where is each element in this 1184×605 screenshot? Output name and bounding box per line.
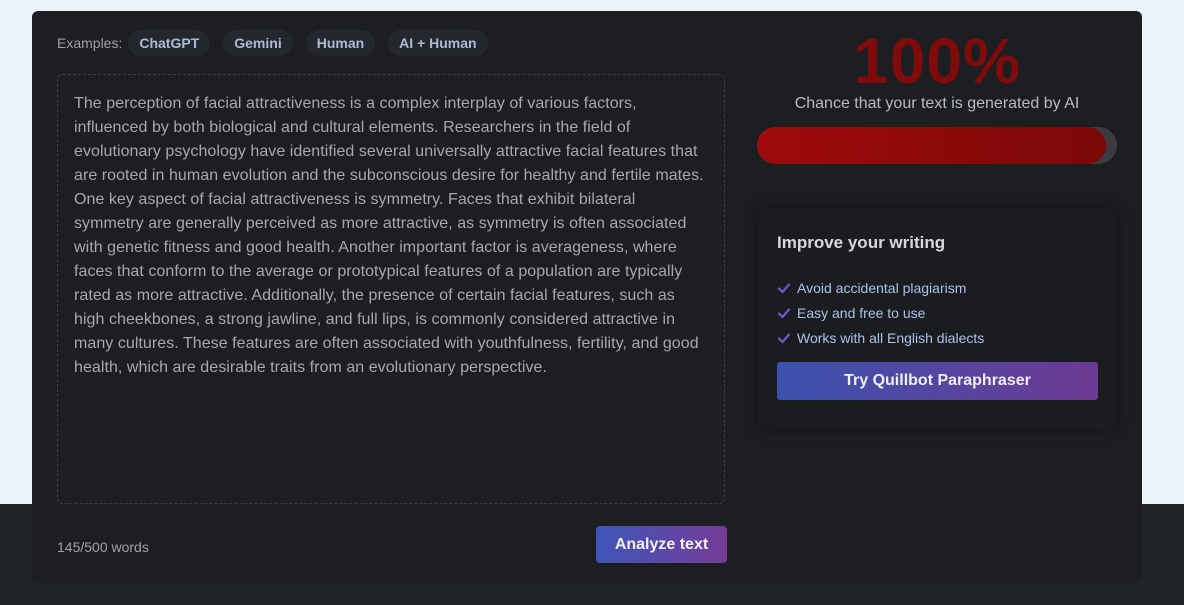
example-chip-human[interactable]: Human xyxy=(305,30,376,56)
ai-score-meter xyxy=(757,127,1117,164)
analyze-text-button[interactable]: Analyze text xyxy=(596,526,727,563)
ai-score-caption: Chance that your text is generated by AI xyxy=(794,95,1080,112)
try-quillbot-paraphraser-button[interactable]: Try Quillbot Paraphraser xyxy=(777,362,1098,400)
benefit-label: Works with all English dialects xyxy=(797,329,985,346)
example-chip-ai-human[interactable]: AI + Human xyxy=(388,30,488,56)
benefits-list: Avoid accidental plagiarism Easy and fre… xyxy=(777,275,984,350)
benefit-label: Avoid accidental plagiarism xyxy=(797,279,967,296)
benefit-item: Works with all English dialects xyxy=(777,325,984,350)
examples-row: Examples: ChatGPT Gemini Human AI + Huma… xyxy=(57,30,501,56)
example-chip-chatgpt[interactable]: ChatGPT xyxy=(128,30,211,56)
examples-label: Examples: xyxy=(57,35,123,51)
benefit-item: Easy and free to use xyxy=(777,300,984,325)
ai-score-meter-fill xyxy=(757,127,1107,164)
improve-writing-title: Improve your writing xyxy=(777,233,946,252)
text-input-area[interactable]: The perception of facial attractiveness … xyxy=(57,74,725,504)
detector-panel: Examples: ChatGPT Gemini Human AI + Huma… xyxy=(32,11,1142,583)
check-icon xyxy=(777,307,791,318)
example-chip-gemini[interactable]: Gemini xyxy=(223,30,293,56)
check-icon xyxy=(777,332,791,343)
benefit-label: Easy and free to use xyxy=(797,304,926,321)
check-icon xyxy=(777,282,791,293)
benefit-item: Avoid accidental plagiarism xyxy=(777,275,984,300)
word-count: 145/500 words xyxy=(57,539,149,555)
improve-writing-card: Improve your writing Avoid accidental pl… xyxy=(757,208,1117,430)
ai-score-percent: 100% xyxy=(853,25,1021,97)
